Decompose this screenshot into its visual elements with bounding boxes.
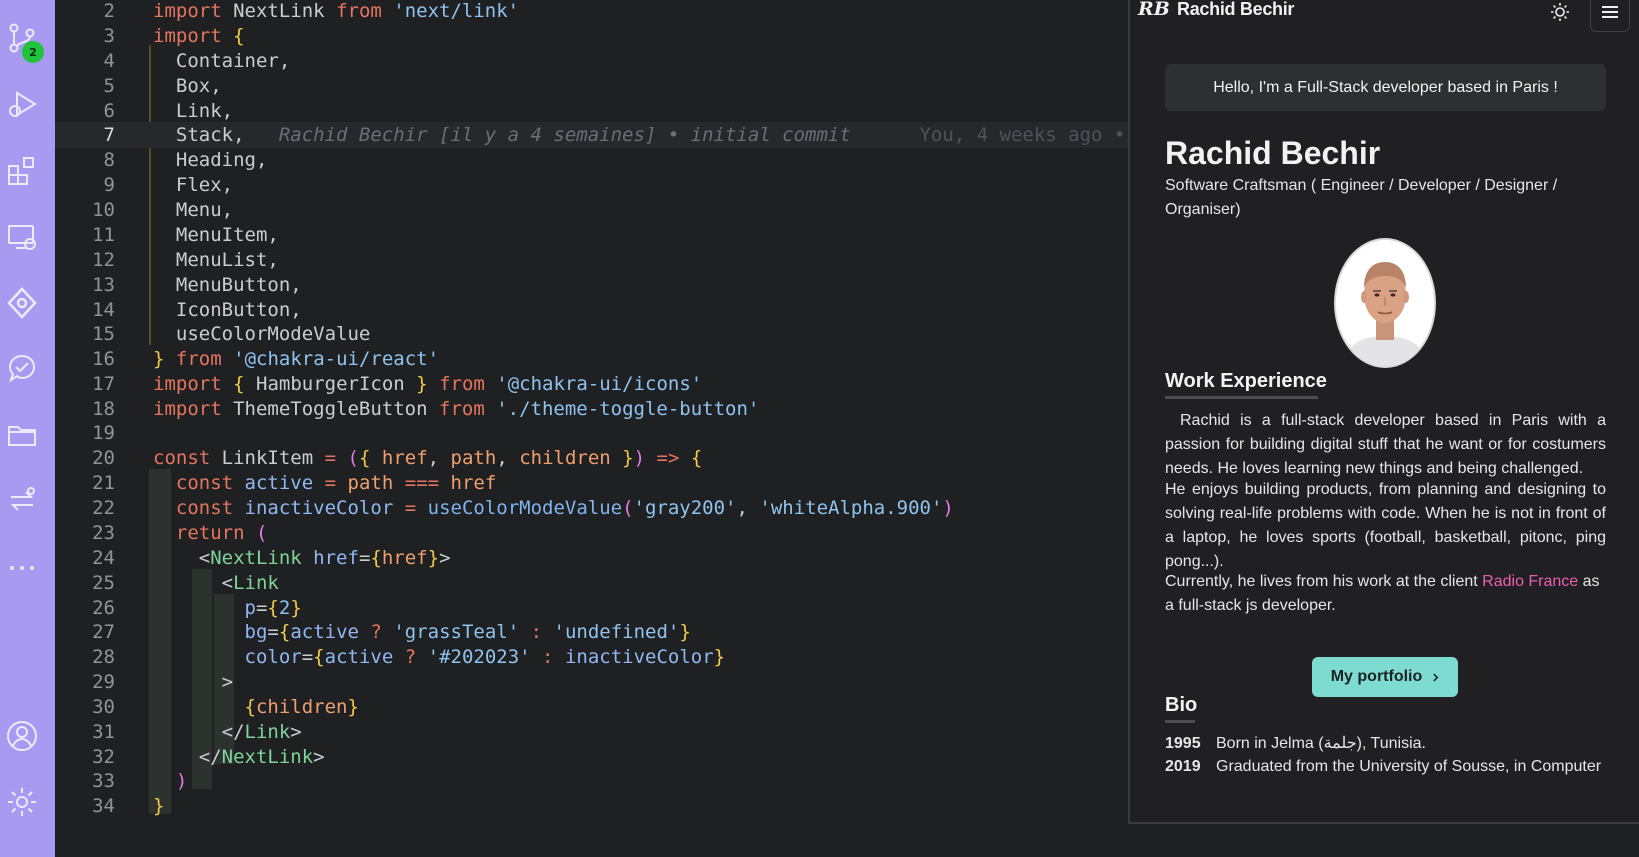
code-line: 33 )	[92, 770, 188, 792]
code-line: 31 </Link>	[92, 721, 302, 743]
settings-gear-icon[interactable]	[4, 784, 40, 820]
code-line: 24 <NextLink href={href}>	[92, 547, 451, 569]
account-icon[interactable]	[4, 718, 40, 754]
site-logo[interactable]: RB	[1138, 0, 1170, 20]
code-line: 34}	[92, 795, 165, 817]
profile-name: Rachid Bechir	[1165, 135, 1381, 171]
source-control-badge: 2	[22, 41, 44, 63]
activity-bar: 2	[0, 0, 55, 857]
code-line: 4 Container,	[103, 50, 291, 72]
code-line: 21 const active = path === href	[92, 472, 497, 494]
hamburger-menu-button[interactable]	[1590, 0, 1630, 32]
code-line: 3 import {	[103, 25, 245, 47]
preview-navbar: RB Rachid Bechir	[1130, 0, 1639, 32]
code-line: 29 >	[92, 671, 234, 693]
extensions-icon[interactable]	[4, 153, 40, 189]
my-portfolio-button[interactable]: My portfolio	[1312, 657, 1458, 697]
code-line: 10 Menu,	[92, 199, 234, 221]
sync-icon[interactable]	[4, 483, 40, 519]
code-line: 14 IconButton,	[92, 299, 302, 321]
code-line: 13 MenuButton,	[92, 274, 302, 296]
code-line: 12 MenuList,	[92, 249, 279, 271]
code-line: 8 Heading,	[103, 149, 268, 171]
code-line: 17 import { HamburgerIcon } from '@chakra…	[92, 373, 703, 395]
hello-banner: Hello, I'm a Full-Stack developer based …	[1165, 64, 1606, 111]
work-paragraph-1: Rachid is a full-stack developer based i…	[1165, 412, 1606, 477]
testing-icon[interactable]	[4, 351, 40, 387]
code-line: 30 {children}	[92, 696, 359, 718]
section-underline	[1165, 396, 1318, 399]
code-line-current: 7 Stack, Rachid Bechir [il y a 4 semaine…	[55, 122, 1130, 148]
profile-subtitle: Software Craftsman ( Engineer / Develope…	[1165, 177, 1558, 218]
bio-heading: Bio	[1165, 694, 1198, 716]
code-line: 15 useColorModeValue	[92, 323, 371, 345]
code-line: 28 color={active ? '#202023' : inactiveC…	[92, 646, 726, 668]
work-paragraph-3: Currently, he lives from his work at the…	[1165, 573, 1600, 614]
hamburger-icon	[1602, 6, 1618, 18]
run-debug-icon[interactable]	[4, 86, 40, 122]
code-line: 11 MenuItem,	[92, 224, 279, 246]
section-underline	[1165, 720, 1195, 723]
more-icon[interactable]	[4, 550, 40, 586]
code-line: 32 </NextLink>	[92, 746, 325, 768]
code-line: 25 <Link	[92, 572, 279, 594]
site-preview-panel: RB Rachid Bechir Hello, I'm a Full-Stack…	[1128, 0, 1639, 824]
code-line: 2 import NextLink from 'next/link'	[103, 0, 520, 22]
code-line: 22 const inactiveColor = useColorModeVal…	[92, 497, 954, 519]
code-line: 16} from '@chakra-ui/react'	[92, 348, 440, 370]
radio-france-link[interactable]: Radio France	[1482, 573, 1578, 590]
code-line: 19	[92, 422, 115, 444]
site-brand-name[interactable]: Rachid Bechir	[1177, 0, 1294, 20]
git-blame-annotation: Rachid Bechir [il y a 4 semaines] • init…	[278, 124, 851, 146]
git-blame-hint: You, 4 weeks ago •	[919, 124, 1126, 146]
portfolio-button-label: My portfolio	[1330, 668, 1423, 685]
remote-explorer-icon[interactable]	[4, 219, 40, 255]
code-line: 9 Flex,	[103, 174, 234, 196]
bio-row: 1995 Born in Jelma (جلمة), Tunisia.	[1165, 735, 1426, 752]
code-line: 6 Link,	[103, 100, 234, 122]
work-paragraph-2: He enjoys building products, from planni…	[1165, 481, 1606, 570]
bio-row: 2019 Graduated from the University of Sou…	[1165, 758, 1602, 775]
gitlens-icon[interactable]	[4, 285, 40, 321]
code-line: 18 import ThemeToggleButton from './theme…	[92, 398, 760, 420]
code-line: 20 const LinkItem = ({ href, path, childr…	[92, 447, 703, 469]
work-experience-heading: Work Experience	[1165, 370, 1327, 392]
code-line: 5 Box,	[103, 75, 222, 97]
folder-icon[interactable]	[4, 417, 40, 453]
code-editor[interactable]: 2 import NextLink from 'next/link' 3 impor…	[55, 0, 1130, 857]
profile-avatar	[1334, 238, 1436, 368]
code-line: 26 p={2}	[92, 597, 302, 619]
theme-toggle-sun-icon[interactable]	[1550, 2, 1570, 22]
chevron-right-icon	[1433, 672, 1439, 682]
code-line: 23 return (	[92, 522, 268, 544]
code-line: 27 bg={active ? 'grassTeal' : 'undefined…	[92, 621, 691, 643]
